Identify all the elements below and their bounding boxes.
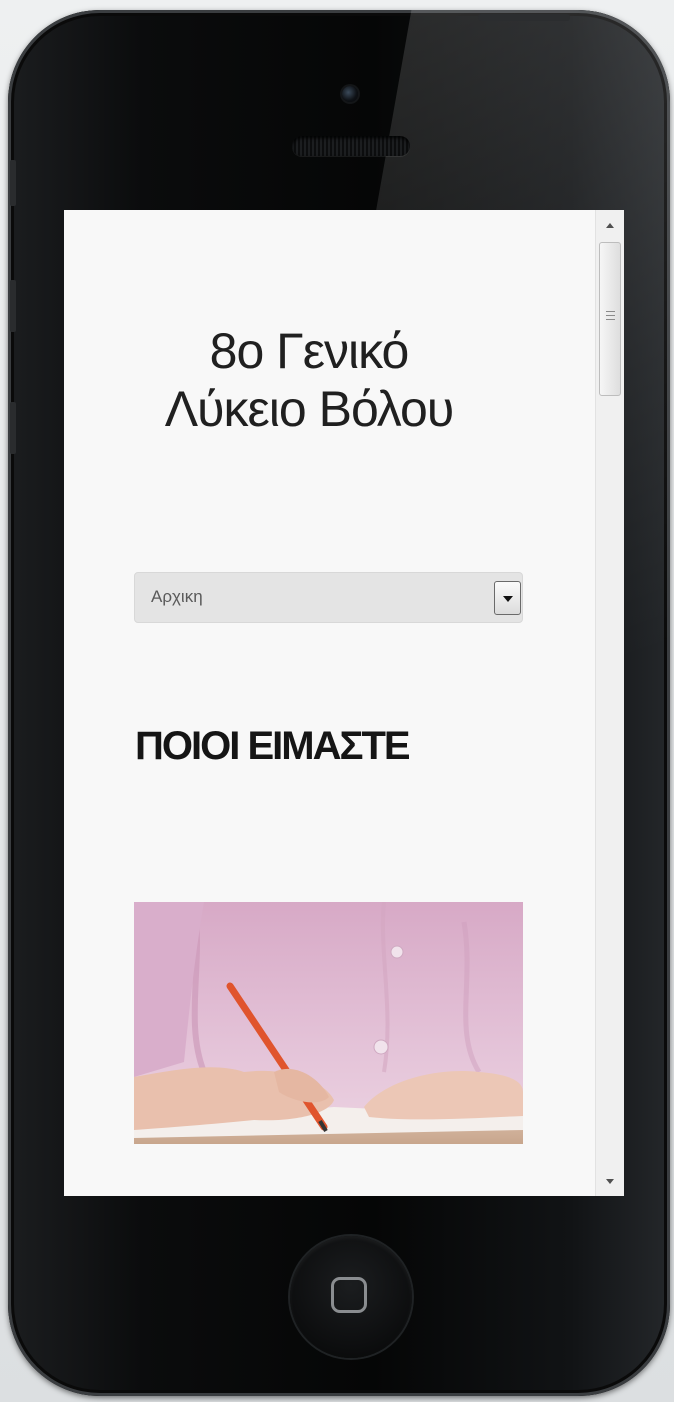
scroll-grip-icon	[606, 311, 615, 320]
scroll-up-arrow-icon[interactable]	[596, 214, 624, 236]
volume-down-button	[10, 402, 16, 454]
scroll-thumb[interactable]	[599, 242, 621, 396]
site-title-line1: 8ο Γενικό	[209, 323, 410, 379]
home-button[interactable]	[290, 1236, 412, 1358]
scrollbar[interactable]	[595, 210, 624, 1196]
power-button	[478, 14, 570, 21]
navigation-select[interactable]: Αρχικη	[134, 572, 523, 623]
person-writing-photo	[134, 902, 523, 1144]
site-title: 8ο Γενικό Λύκειο Βόλου	[64, 322, 554, 438]
front-camera-icon	[342, 86, 358, 102]
page-content: 8ο Γενικό Λύκειο Βόλου Αρχικη ΠΟΙΟΙ ΕΙΜΑ…	[64, 210, 595, 1196]
volume-up-button	[10, 280, 16, 332]
scroll-down-arrow-icon[interactable]	[596, 1170, 624, 1192]
earpiece-speaker	[292, 136, 410, 156]
section-heading: ΠΟΙΟΙ ΕΙΜΑΣΤΕ	[135, 724, 411, 768]
phone-screen: 8ο Γενικό Λύκειο Βόλου Αρχικη ΠΟΙΟΙ ΕΙΜΑ…	[64, 210, 624, 1196]
person-writing-illustration	[134, 902, 523, 1144]
home-square-icon	[331, 1277, 367, 1313]
site-title-line2: Λύκειο Βόλου	[164, 381, 454, 437]
navigation-select-value: Αρχικη	[151, 587, 203, 606]
mute-switch	[10, 160, 16, 206]
chevron-down-icon[interactable]	[494, 581, 521, 615]
page: 8ο Γενικό Λύκειο Βόλου Αρχικη ΠΟΙΟΙ ΕΙΜΑ…	[0, 0, 674, 1402]
